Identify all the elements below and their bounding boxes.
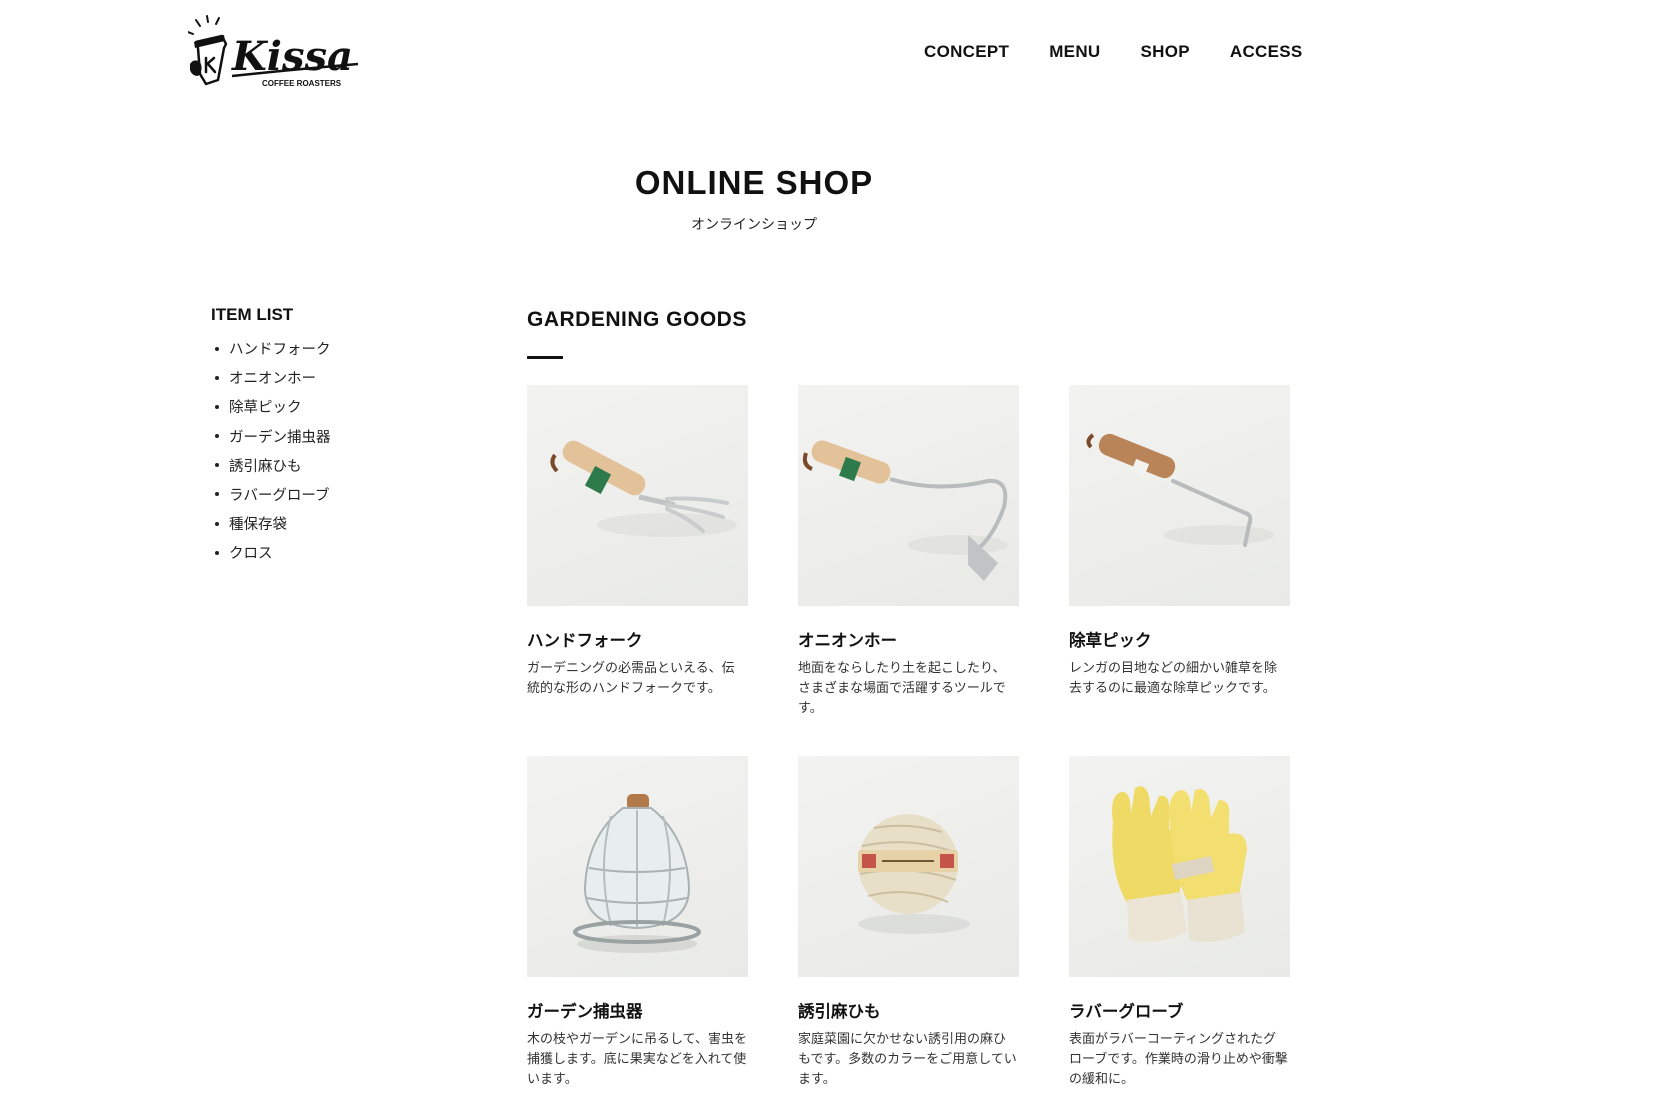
sidebar-item-label: 種保存袋 — [229, 517, 287, 534]
sidebar-item-label: ラバーグローブ — [229, 487, 330, 504]
product-card-twine[interactable]: 誘引麻ひも 家庭菜園に欠かせない誘引用の麻ひもです。多数のカラーをご用意していま… — [798, 756, 1019, 1108]
product-description: 地面をならしたり土を起こしたり、さまざまな場面で活躍するツールです。 — [798, 661, 1006, 716]
product-name[interactable]: ガーデン捕虫器 — [527, 998, 748, 1022]
product-name[interactable]: 誘引麻ひも — [798, 998, 1019, 1022]
kissa-logo[interactable]: Kissa COFFEE ROASTERS — [187, 14, 368, 94]
onion-hoe-photo[interactable] — [798, 385, 1019, 606]
bullet-icon — [215, 521, 219, 526]
insect-trap-photo[interactable] — [527, 756, 748, 977]
nav-concept[interactable]: CONCEPT — [924, 42, 1009, 62]
product-card-rubber-glove[interactable]: ラバーグローブ 表面がラバーコーティングされたグローブです。作業時の滑り止めや衝… — [1069, 756, 1290, 1108]
product-card-onion-hoe[interactable]: オニオンホー 地面をならしたり土を起こしたり、さまざまな場面で活躍するツールです… — [798, 385, 1019, 756]
bullet-icon — [215, 404, 219, 409]
main-nav: CONCEPT MENU SHOP ACCESS — [924, 42, 1303, 62]
product-name[interactable]: オニオンホー — [798, 627, 1019, 651]
product-description: 家庭菜園に欠かせない誘引用の麻ひもです。多数のカラーをご用意しています。 — [798, 1032, 1017, 1087]
item-list: ハンドフォーク オニオンホー 除草ピック ガーデン捕虫器 誘引麻ひも ラバーグロ… — [211, 340, 431, 574]
product-description: 木の枝やガーデンに吊るして、害虫を捕獲します。底に果実などを入れて使います。 — [527, 1032, 747, 1087]
sidebar-item-label: ハンドフォーク — [229, 342, 331, 358]
sidebar-item[interactable]: クロス — [211, 544, 431, 573]
sidebar-item-label: 誘引麻ひも — [229, 458, 302, 475]
sidebar-title: ITEM LIST — [211, 305, 294, 324]
product-card-weeding-pick[interactable]: 除草ピック レンガの目地などの細かい雑草を除去するのに最適な除草ピックです。 — [1069, 385, 1290, 756]
nav-shop[interactable]: SHOP — [1140, 42, 1189, 62]
bullet-icon — [215, 463, 219, 468]
sidebar-item[interactable]: 誘引麻ひも — [211, 457, 431, 486]
sidebar-item-label: ガーデン捕虫器 — [229, 429, 331, 446]
product-card-garden-trap[interactable]: ガーデン捕虫器 木の枝やガーデンに吊るして、害虫を捕獲します。底に果実などを入れ… — [527, 756, 748, 1108]
nav-menu[interactable]: MENU — [1049, 42, 1100, 62]
bullet-icon — [215, 434, 219, 439]
product-grid: ハンドフォーク ガーデニングの必需品といえる、伝統的な形のハンドフォークです。 … — [527, 385, 1290, 1108]
sidebar-item-label: 除草ピック — [229, 400, 302, 417]
sidebar-item[interactable]: ハンドフォーク — [211, 340, 431, 369]
sidebar-item[interactable]: 種保存袋 — [211, 515, 431, 544]
sidebar-item[interactable]: ラバーグローブ — [211, 486, 431, 515]
rubber-glove-photo[interactable] — [1069, 756, 1290, 977]
product-card-hand-fork[interactable]: ハンドフォーク ガーデニングの必需品といえる、伝統的な形のハンドフォークです。 — [527, 385, 748, 756]
coffee-cup-logo-icon: Kissa COFFEE ROASTERS — [187, 15, 359, 88]
twine-photo[interactable] — [798, 756, 1019, 977]
weeding-pick-photo[interactable] — [1069, 385, 1290, 606]
bullet-icon — [215, 375, 219, 380]
product-description: ガーデニングの必需品といえる、伝統的な形のハンドフォークです。 — [527, 661, 735, 696]
product-name[interactable]: 除草ピック — [1069, 627, 1290, 651]
product-name[interactable]: ハンドフォーク — [527, 627, 748, 651]
product-description: 表面がラバーコーティングされたグローブです。作業時の滑り止めや衝撃の緩和に。 — [1069, 1032, 1288, 1087]
nav-access[interactable]: ACCESS — [1230, 42, 1303, 62]
product-description: レンガの目地などの細かい雑草を除去するのに最適な除草ピックです。 — [1069, 661, 1278, 696]
section-divider — [527, 356, 563, 359]
bullet-icon — [215, 492, 219, 497]
hand-fork-photo[interactable] — [527, 385, 748, 606]
sidebar-item[interactable]: ガーデン捕虫器 — [211, 428, 431, 457]
sidebar-item-label: オニオンホー — [229, 371, 316, 388]
sidebar-item[interactable]: オニオンホー — [211, 369, 431, 398]
product-name[interactable]: ラバーグローブ — [1069, 998, 1290, 1022]
item-list-sidebar: ITEM LIST ハンドフォーク オニオンホー 除草ピック ガーデン捕虫器 誘… — [211, 305, 431, 574]
bullet-icon — [215, 346, 219, 351]
sidebar-item[interactable]: 除草ピック — [211, 398, 431, 427]
section-title: GARDENING GOODS — [527, 308, 747, 331]
page-title: ONLINE SHOP — [634, 164, 874, 201]
page-subtitle: オンラインショップ — [691, 217, 817, 233]
svg-text:COFFEE ROASTERS: COFFEE ROASTERS — [262, 79, 342, 88]
sidebar-item-label: クロス — [229, 546, 273, 563]
bullet-icon — [215, 550, 219, 555]
